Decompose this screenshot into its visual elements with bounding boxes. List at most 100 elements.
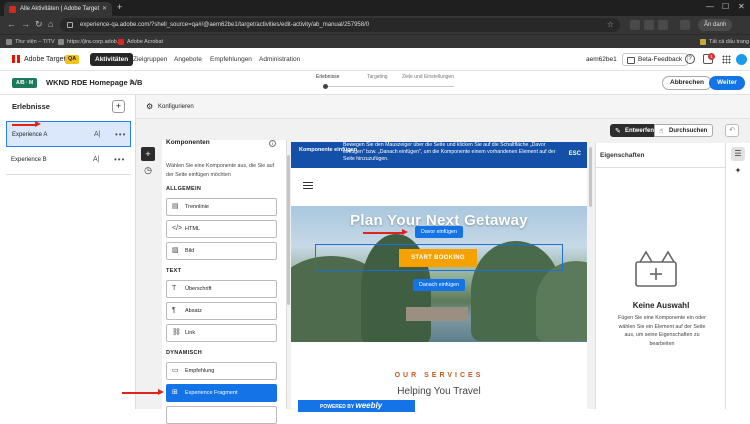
component-label: Bild [185,248,195,254]
insert-component-banner: Komponente einfügen Bewegen Sie den Maus… [291,142,587,168]
add-experience-button[interactable]: + [112,100,125,113]
mode-design-label: Entwerfen [625,128,655,134]
org-switcher[interactable]: aem62be1 [586,48,617,71]
heading-icon: T [172,285,177,292]
start-booking-button[interactable]: START BOOKING [399,249,477,267]
browser-toolbar: ← → ↻ ⌂ experience-qa.adobe.com/?shell_s… [0,16,750,34]
forward-icon[interactable]: → [21,19,30,29]
weebly-badge[interactable]: POWERED BY weebly [298,400,415,412]
back-icon[interactable]: ← [7,19,16,29]
bookmark-item[interactable]: Thư viện – TITV [6,35,55,49]
step-experiences[interactable]: Erlebnisse [316,74,339,80]
mode-browse-button[interactable]: ☝ Durchsuchen [654,124,714,137]
maximize-icon[interactable]: ☐ [722,2,729,11]
image-icon: ▨ [172,247,179,254]
component-paragraph[interactable]: ¶ Absatz [166,302,277,320]
help-icon[interactable]: ? [685,54,695,64]
component-html[interactable]: </> HTML [166,220,277,238]
right-rail: ☰ ✦ [725,143,750,409]
sidepanel-icon[interactable] [680,20,690,30]
incognito-profile-button[interactable]: Ân danh [698,19,733,31]
bookmark-item[interactable]: Adobe Acrobat [118,35,163,49]
component-label: HTML [185,226,200,232]
step-targeting[interactable]: Targeting [367,74,388,80]
cancel-button[interactable]: Abbrechen [662,76,712,90]
pencil-icon: ✎ [615,128,621,135]
nav-audiences[interactable]: Zielgruppen [133,48,167,71]
configure-button[interactable]: Konfigurieren [146,95,194,119]
rename-text-icon[interactable]: A| [93,147,100,173]
components-title: Komponenten [166,139,210,146]
fragment-icon: ⊞ [172,389,178,396]
mode-design-button[interactable]: ✎ Entwerfen [610,124,661,137]
experience-item-b[interactable]: Experience B A| ••• [6,147,131,173]
powered-by-label: POWERED BY [320,404,355,410]
annotation-arrow [12,121,41,127]
all-bookmarks-folder[interactable]: Tất cả dấu trang [700,35,749,49]
magic-wand-icon[interactable]: ✦ [731,164,745,178]
component-link[interactable]: ⛓ Link [166,324,277,342]
nav-offers[interactable]: Angebote [174,48,202,71]
insert-before-button[interactable]: Davor einfügen [415,226,463,238]
component-divider[interactable]: ▤ Trennlinie [166,198,277,216]
rename-text-icon[interactable]: A| [94,122,101,148]
nav-administration[interactable]: Administration [259,48,300,71]
canvas-scrollbar[interactable] [589,147,592,207]
user-avatar[interactable] [736,54,747,65]
undo-icon[interactable]: ↶ [725,124,739,137]
address-bar[interactable]: experience-qa.adobe.com/?shell_source=qa… [60,18,620,32]
section-dynamic: DYNAMISCH [166,350,203,356]
extension-icon[interactable] [630,20,640,30]
nav-recommendations[interactable]: Empfehlungen [210,48,252,71]
component-image[interactable]: ▨ Bild [166,242,277,260]
extension-icon[interactable] [644,20,654,30]
component-experience-fragment[interactable]: ⊞ Experience Fragment [166,384,277,402]
browser-tab[interactable]: Alle Aktivitäten | Adobe Target ✕ [4,2,112,16]
experience-label: Experience B [11,157,47,163]
annotation-arrow [122,389,164,395]
configure-bar: Konfigurieren [136,95,750,119]
history-icon[interactable]: ◷ [141,163,155,177]
divider [596,167,726,168]
window-close-icon[interactable]: ✕ [738,2,745,11]
browser-tab-bar: Alle Aktivitäten | Adobe Target ✕ + — ☐ … [0,0,750,16]
reload-icon[interactable]: ↻ [35,19,43,30]
minimize-icon[interactable]: — [706,2,714,11]
extensions-puzzle-icon[interactable] [658,20,668,30]
component-list-scrollbar[interactable] [287,155,290,305]
page-canvas: Komponente einfügen Bewegen Sie den Maus… [291,142,587,412]
insert-component-icon[interactable]: + [141,147,155,161]
component-recommendation[interactable]: ▭ Empfehlung [166,362,277,380]
more-options-icon[interactable]: ••• [114,147,125,173]
bookmark-item[interactable]: https://jira.corp.adob... [58,35,121,49]
experiences-title: Erlebnisse [12,102,50,111]
properties-title: Eigenschaften [600,152,645,159]
activity-type-tag: A/B · M [12,78,38,88]
bookmark-star-icon[interactable]: ☆ [607,18,614,32]
info-icon[interactable]: i [269,140,276,147]
hero-image: Plan Your Next Getaway Davor einfügen ST… [291,206,587,342]
close-tab-icon[interactable]: ✕ [102,2,107,16]
section-general: ALLGEMEIN [166,186,202,192]
component-label: Trennlinie [185,204,209,210]
new-tab-icon[interactable]: + [117,2,122,12]
cursor-icon: ☝ [659,128,664,135]
beta-feedback-button[interactable]: Beta-Feedback [622,53,689,66]
next-button[interactable]: Weiter [709,76,745,90]
environment-badge: QA [65,55,80,64]
home-icon[interactable]: ⌂ [48,19,53,29]
properties-toggle-icon[interactable]: ☰ [731,147,745,161]
adobe-favicon-icon [9,6,16,13]
app-switcher-icon[interactable] [722,55,731,64]
insert-after-button[interactable]: Danach einfügen [413,279,466,291]
more-options-icon[interactable]: ••• [115,122,126,148]
site-info-icon[interactable] [67,22,73,28]
hamburger-menu-icon[interactable] [303,182,313,189]
step-goals-settings[interactable]: Ziele und Einstellungen [402,74,454,80]
component-heading[interactable]: T Überschrift [166,280,277,298]
nav-activities[interactable]: Aktivitäten [90,53,134,66]
notification-count-badge: 1 [708,53,715,60]
properties-panel: Eigenschaften Keine Auswahl Fügen Sie ei… [595,143,726,409]
escape-button[interactable]: ESC [569,151,581,157]
edit-title-pencil-icon[interactable]: ✎ [129,71,136,95]
